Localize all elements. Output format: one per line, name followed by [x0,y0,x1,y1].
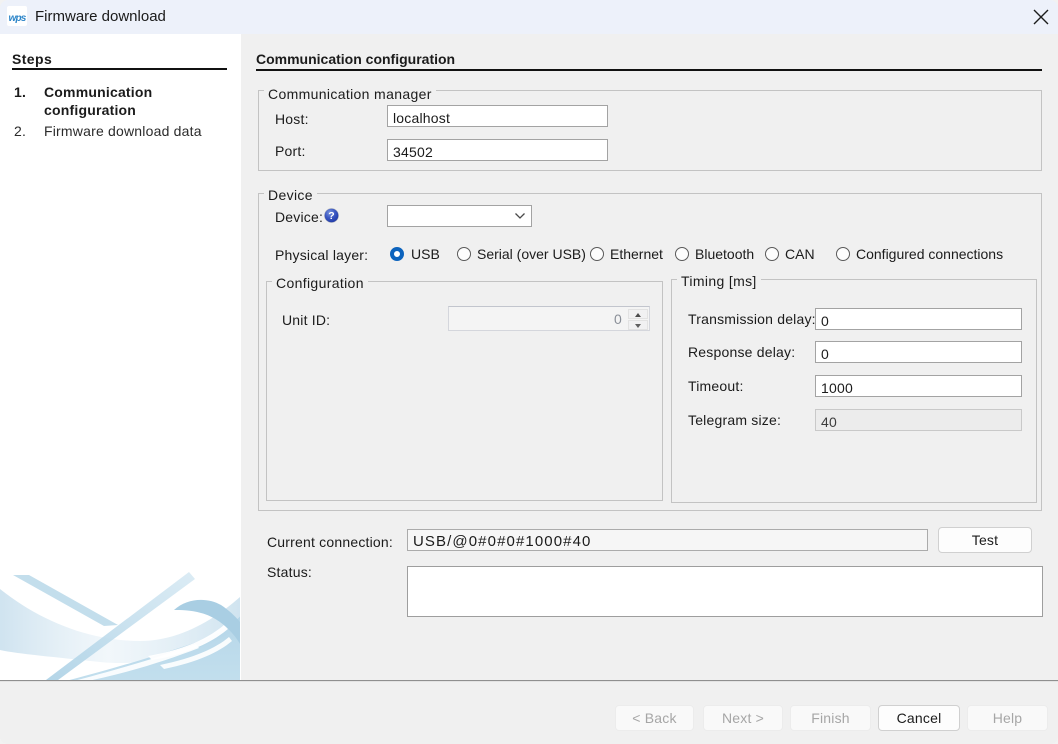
svg-text:?: ? [328,210,335,222]
